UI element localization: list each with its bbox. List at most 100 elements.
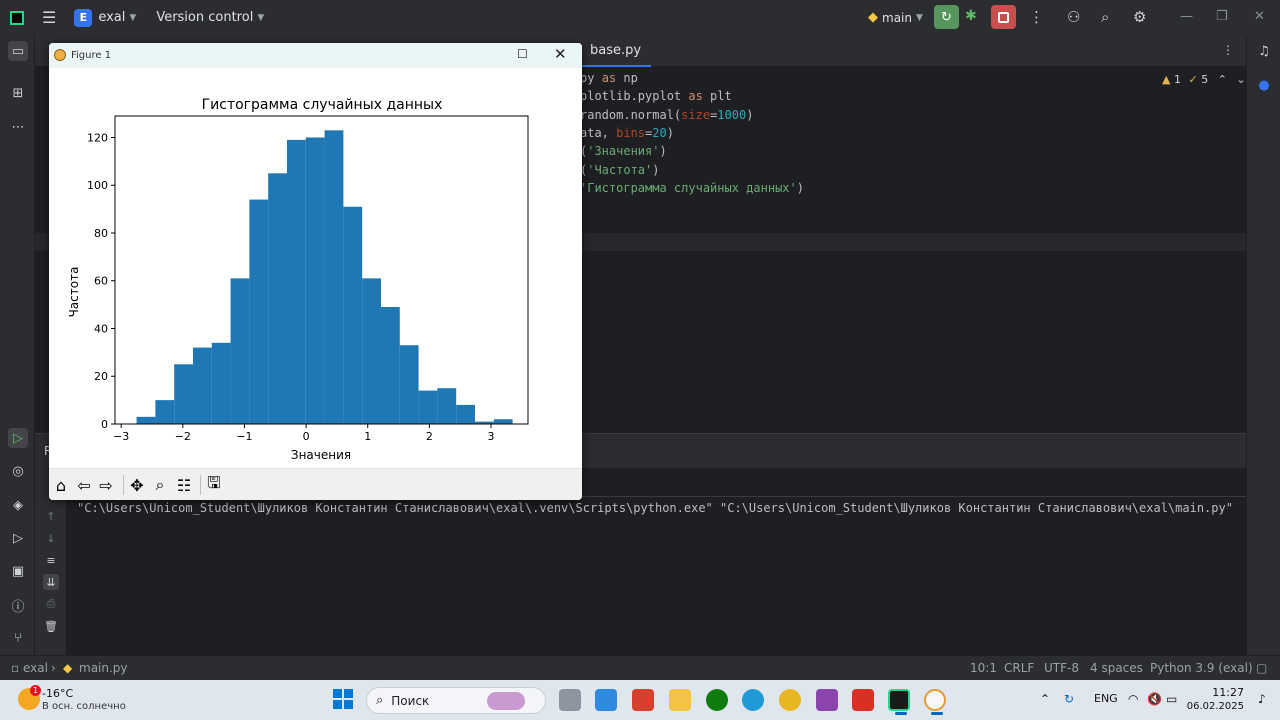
chevron-down-icon[interactable]: ▼ xyxy=(129,13,136,23)
close-window-icon[interactable]: ✕ xyxy=(1254,9,1265,24)
ai-assistant-icon[interactable]: ● xyxy=(1254,75,1274,95)
notification-bell-icon[interactable]: ♪ xyxy=(1258,692,1266,706)
histogram-bar xyxy=(192,347,212,424)
print-icon[interactable]: ⎙ xyxy=(43,596,59,612)
histogram-bar xyxy=(418,390,438,424)
obs-icon[interactable] xyxy=(816,689,838,711)
main-menu-icon[interactable]: ☰ xyxy=(42,8,56,27)
search-icon[interactable]: ⌕ xyxy=(1101,8,1109,26)
scroll-up-icon[interactable]: ↑ xyxy=(43,508,59,524)
branch-selector[interactable]: ◆ main ▼ xyxy=(868,0,923,35)
forward-icon[interactable]: ⇨ xyxy=(96,475,116,495)
scroll-to-end-icon[interactable]: ⇊ xyxy=(43,574,59,590)
clear-trash-icon[interactable]: 🗑 xyxy=(43,618,59,634)
histogram-bar xyxy=(249,199,269,424)
wifi-icon[interactable]: ◠ xyxy=(1128,692,1138,706)
volume-muted-icon[interactable]: 🔇 xyxy=(1147,692,1162,706)
lock-icon[interactable]: ▢ xyxy=(1256,661,1267,675)
code-line: ('Частота') xyxy=(580,163,660,177)
stop-button[interactable] xyxy=(991,5,1016,29)
weather-condition[interactable]: В осн. солнечно xyxy=(42,701,126,712)
minimize-window-icon[interactable]: — xyxy=(1180,9,1193,24)
terminal-icon[interactable]: ▣ xyxy=(8,561,28,581)
y-tick-label: 60 xyxy=(94,275,108,288)
subplots-icon[interactable]: ☷ xyxy=(174,475,194,495)
scroll-down-icon[interactable]: ↓ xyxy=(43,530,59,546)
chrome-icon[interactable] xyxy=(779,689,801,711)
more-actions-icon[interactable]: ⋮ xyxy=(1029,8,1044,26)
paint-icon[interactable] xyxy=(632,689,654,711)
breadcrumb-arrow-icon: › xyxy=(51,661,56,675)
taskbar-search[interactable]: ⌕ Поиск xyxy=(366,687,546,714)
services-icon[interactable]: ▷ xyxy=(8,528,28,548)
inspections-widget[interactable]: ▲ 1 ✓ 5 ⌃ ⌄ xyxy=(1162,73,1246,86)
x-tick-label: 1 xyxy=(364,430,371,443)
back-icon[interactable]: ⇦ xyxy=(74,475,94,495)
right-tool-strip: ♫ ● xyxy=(1246,35,1280,655)
weak-warning-icon: ✓ xyxy=(1188,73,1198,86)
battery-icon[interactable]: ▭ xyxy=(1166,692,1177,706)
language-indicator[interactable]: ENG xyxy=(1094,692,1118,705)
histogram-bar xyxy=(174,364,193,424)
save-icon[interactable]: 🖫 xyxy=(204,473,224,495)
xbox-icon[interactable] xyxy=(706,689,728,711)
maximize-icon[interactable]: ☐ xyxy=(517,47,528,61)
clock-time[interactable]: 11:27 xyxy=(1196,686,1244,699)
task-view-icon[interactable] xyxy=(559,689,581,711)
edge-icon[interactable] xyxy=(742,689,764,711)
soft-wrap-icon[interactable]: ≡ xyxy=(43,552,59,568)
line-separator[interactable]: CRLF xyxy=(1004,661,1034,675)
histogram-bar xyxy=(230,278,250,424)
python-packages-icon[interactable]: ◎ xyxy=(8,461,28,481)
chevron-down-icon[interactable]: ▼ xyxy=(257,13,264,23)
pan-icon[interactable]: ✥ xyxy=(127,475,147,495)
start-button[interactable] xyxy=(333,689,353,709)
chart-title: Гистограмма случайных данных xyxy=(202,97,443,113)
tab-options-icon[interactable]: ⋮ xyxy=(1222,43,1234,57)
add-user-icon[interactable]: ⚇ xyxy=(1067,8,1080,26)
tab-base-py[interactable]: base.py xyxy=(580,35,652,67)
figure-window: Figure 1 ☐ ✕ Гистограмма случайных данны… xyxy=(49,43,582,500)
zoom-icon[interactable]: ⌕ xyxy=(150,475,170,495)
more-tools-icon[interactable]: ⋯ xyxy=(8,117,28,137)
version-control-menu[interactable]: Version control xyxy=(156,10,253,25)
breadcrumb-file[interactable]: main.py xyxy=(79,661,128,675)
wps-icon[interactable] xyxy=(852,689,874,711)
restore-window-icon[interactable]: ❐ xyxy=(1216,9,1228,24)
onedrive-sync-icon[interactable]: ↻ xyxy=(1064,692,1074,706)
histogram-bar xyxy=(380,307,400,424)
toolbar-separator xyxy=(200,475,201,495)
weather-temperature[interactable]: -16°C xyxy=(42,687,73,700)
breadcrumb-project[interactable]: exal xyxy=(23,661,48,675)
matplotlib-icon xyxy=(54,49,66,61)
git-icon[interactable]: ⑂ xyxy=(8,628,28,648)
structure-icon[interactable]: ⊞ xyxy=(8,83,28,103)
project-badge[interactable]: E xyxy=(74,8,93,27)
project-name[interactable]: exal xyxy=(98,10,125,25)
store-icon[interactable] xyxy=(595,689,617,711)
run-tool-icon[interactable]: ▷ xyxy=(8,428,28,448)
problems-icon[interactable]: ⓘ xyxy=(8,595,28,615)
layers-icon[interactable]: ◈ xyxy=(8,495,28,515)
histogram-bar xyxy=(286,139,306,424)
debug-icon[interactable]: ✱ xyxy=(965,8,977,24)
project-folder-icon[interactable]: ▭ xyxy=(8,41,28,61)
matplotlib-taskbar-icon[interactable] xyxy=(924,689,946,715)
indent-setting[interactable]: 4 spaces xyxy=(1090,661,1143,675)
file-encoding[interactable]: UTF-8 xyxy=(1044,661,1079,675)
histogram-bar xyxy=(211,342,231,424)
notifications-bell-icon[interactable]: ♫ xyxy=(1254,41,1274,61)
caret-position[interactable]: 10:1 xyxy=(970,661,997,675)
code-line: plotlib.pyplot as plt xyxy=(580,89,732,103)
home-icon[interactable]: ⌂ xyxy=(51,475,71,495)
show-hidden-icons[interactable]: ⌃ xyxy=(1040,692,1050,706)
python-interpreter[interactable]: Python 3.9 (exal) xyxy=(1150,661,1253,675)
file-explorer-icon[interactable] xyxy=(669,689,691,711)
chevron-up-icon[interactable]: ⌃ xyxy=(1218,73,1227,86)
rerun-button[interactable]: ↻ xyxy=(934,5,959,29)
chevron-down-icon[interactable]: ⌄ xyxy=(1236,73,1245,86)
settings-gear-icon[interactable]: ⚙ xyxy=(1133,8,1146,26)
pycharm-taskbar-icon[interactable] xyxy=(888,689,910,715)
close-icon[interactable]: ✕ xyxy=(554,45,567,63)
clock-date[interactable]: 06.02.2025 xyxy=(1186,701,1244,712)
